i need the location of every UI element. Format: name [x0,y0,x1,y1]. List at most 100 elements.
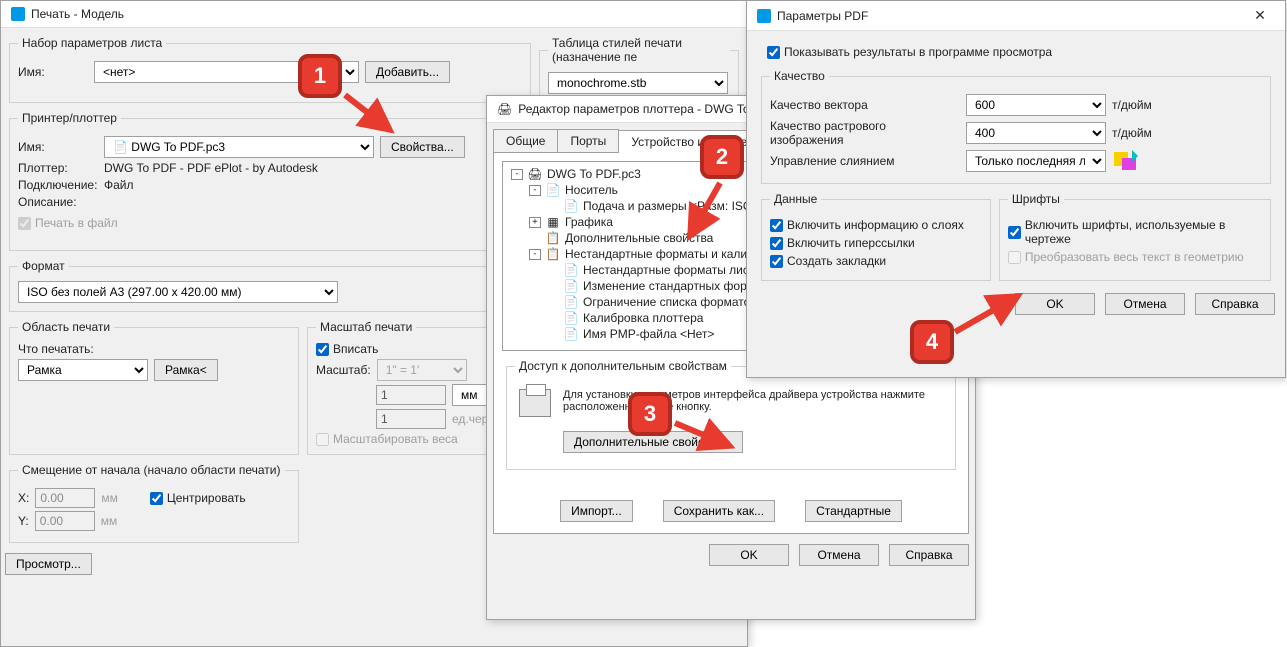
fonts-group: Шрифты Включить шрифты, используемые в ч… [999,192,1271,281]
print-title: Печать - Модель [31,7,124,21]
offset-legend: Смещение от начала (начало области печат… [18,463,285,477]
bookmarks-label: Создать закладки [787,254,886,268]
offset-x-unit: мм [101,491,118,505]
center-label: Центрировать [167,491,246,505]
what-print-label: Что печатать: [18,342,94,356]
raster-dpi: т/дюйм [1112,126,1152,140]
print-to-file-checkbox [18,217,31,230]
callout-4: 4 [910,320,954,364]
pdf-titlebar: Параметры PDF ✕ [747,1,1285,31]
plot-area-group: Область печати Что печатать: Рамка Рамка… [9,320,299,455]
tab-ports[interactable]: Порты [557,129,619,152]
style-table-group: Таблица стилей печати (назначение пе mon… [539,36,739,103]
printer-name-label: Имя: [18,140,98,154]
scale-legend: Масштаб печати [316,320,416,334]
scale-weights-checkbox [316,433,329,446]
conn-label: Подключение: [18,178,98,192]
merge-icon [1112,150,1138,172]
merge-select[interactable]: Только последняя линия [966,150,1106,172]
plotter-value: DWG To PDF - PDF ePlot - by Autodesk [104,161,318,175]
vector-q-select[interactable]: 600 [966,94,1106,116]
app-icon [757,9,771,23]
print-titlebar: Печать - Модель [1,1,747,28]
tab-general[interactable]: Общие [493,129,558,152]
pdf-ok-button[interactable]: OK [1015,293,1095,315]
show-results-label: Показывать результаты в программе просмо… [784,45,1052,59]
scale-unit1-input [376,385,446,405]
plotter-label: Плоттер: [18,161,98,175]
links-label: Включить гиперссылки [787,236,915,250]
save-as-button[interactable]: Сохранить как... [663,500,775,522]
quality-group: Качество Качество вектора 600 т/дюйм Кач… [761,69,1271,184]
desc-label: Описание: [18,195,98,209]
fonts-legend: Шрифты [1008,192,1064,206]
scale-weights-label: Масштабировать веса [333,432,458,446]
editor-ok-button[interactable]: OK [709,544,789,566]
layers-label: Включить информацию о слоях [787,218,964,232]
printer-props-button[interactable]: Свойства... [380,136,465,158]
pdf-params-dialog: Параметры PDF ✕ Показывать результаты в … [746,0,1286,378]
callout-2: 2 [700,135,744,179]
editor-title: Редактор параметров плоттера - DWG To P [518,102,761,116]
offset-y-label: Y: [18,514,29,528]
printer-name-select[interactable]: 📄 DWG To PDF.pc3 [104,136,374,158]
vector-dpi: т/дюйм [1112,98,1152,112]
data-legend: Данные [770,192,821,206]
center-checkbox[interactable] [150,492,163,505]
extra-props-text: Для установки параметров интерфейса драй… [563,389,943,413]
plot-area-select[interactable]: Рамка [18,359,148,381]
layers-checkbox[interactable] [770,219,783,232]
scale-unit2-input [376,409,446,429]
tab-device[interactable]: Устройство и докумен [618,130,767,153]
editor-cancel-button[interactable]: Отмена [799,544,879,566]
offset-y-unit: мм [101,514,118,528]
scale-select: 1" = 1' [377,359,467,381]
plot-area-legend: Область печати [18,320,114,334]
close-icon[interactable]: ✕ [1245,7,1275,24]
page-set-name-label: Имя: [18,65,88,79]
style-table-legend: Таблица стилей печати (назначение пе [548,36,730,64]
import-button[interactable]: Импорт... [560,500,633,522]
defaults-button[interactable]: Стандартные [805,500,902,522]
print-to-file-label: Печать в файл [35,216,118,230]
vector-q-label: Качество вектора [770,98,960,112]
convert-fonts-label: Преобразовать весь текст в геометрию [1025,250,1244,264]
pdf-cancel-button[interactable]: Отмена [1105,293,1185,315]
printer-legend: Принтер/плоттер [18,111,121,125]
include-fonts-checkbox[interactable] [1008,226,1021,239]
extra-props-legend: Доступ к дополнительным свойствам [515,359,731,373]
offset-group: Смещение от начала (начало области печат… [9,463,299,543]
conn-value: Файл [104,178,134,192]
pdf-help-button[interactable]: Справка [1195,293,1275,315]
page-set-group: Набор параметров листа Имя: <нет> Добави… [9,36,531,103]
format-legend: Формат [18,259,69,273]
fit-label: Вписать [333,342,378,356]
quality-legend: Качество [770,69,829,83]
raster-q-select[interactable]: 400 [966,122,1106,144]
links-checkbox[interactable] [770,237,783,250]
frame-button[interactable]: Рамка< [154,359,218,381]
data-group: Данные Включить информацию о слоях Включ… [761,192,991,281]
page-set-legend: Набор параметров листа [18,36,166,50]
fit-checkbox[interactable] [316,343,329,356]
style-table-select[interactable]: monochrome.stb [548,72,728,94]
offset-x-label: X: [18,491,29,505]
offset-y-input [35,511,95,531]
editor-help-button[interactable]: Справка [889,544,969,566]
scale-label: Масштаб: [316,363,371,377]
printer-icon [519,389,551,417]
show-results-checkbox[interactable] [767,46,780,59]
format-select[interactable]: ISO без полей A3 (297.00 x 420.00 мм) [18,281,338,303]
offset-x-input [35,488,95,508]
merge-label: Управление слиянием [770,154,960,168]
app-icon [11,7,25,21]
preview-button[interactable]: Просмотр... [5,553,92,575]
convert-fonts-checkbox [1008,251,1021,264]
bookmarks-checkbox[interactable] [770,255,783,268]
pdf-title: Параметры PDF [777,9,868,23]
add-page-set-button[interactable]: Добавить... [365,61,450,83]
callout-3: 3 [628,392,672,436]
callout-1: 1 [298,54,342,98]
raster-q-label: Качество растрового изображения [770,119,960,147]
include-fonts-label: Включить шрифты, используемые в чертеже [1025,218,1262,246]
